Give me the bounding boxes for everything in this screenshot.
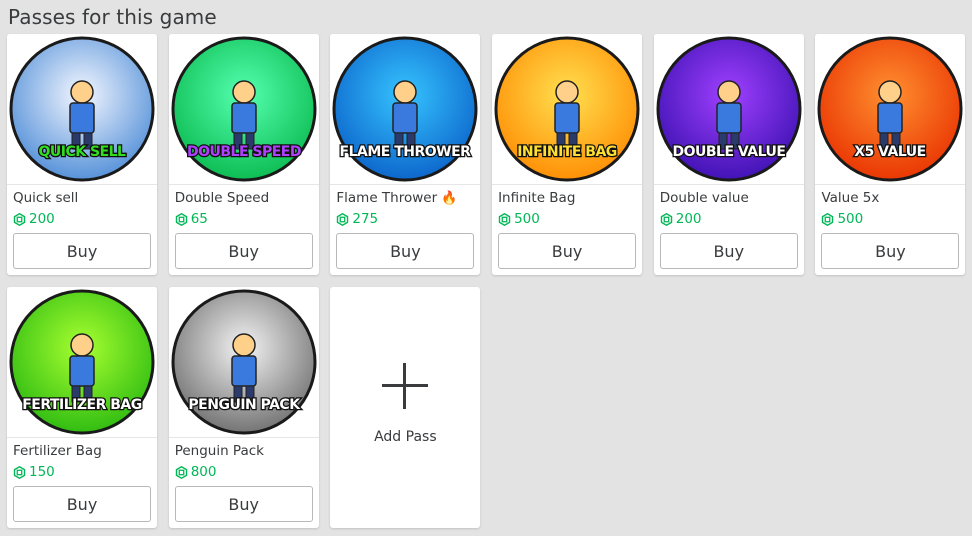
price-value: 150: [29, 464, 55, 480]
price-value: 275: [352, 211, 379, 227]
pass-price: 200: [660, 211, 702, 227]
flame-thrower-icon[interactable]: FLAME THROWER: [330, 34, 481, 185]
add-pass-label: Add Pass: [374, 428, 437, 445]
thumbnail-title: FLAME THROWER: [340, 144, 472, 160]
double-value-icon[interactable]: DOUBLE VALUE: [653, 34, 804, 185]
robux-icon: [337, 212, 349, 226]
quick-sell-icon[interactable]: QUICK SELL: [7, 34, 157, 185]
price-value: 200: [29, 211, 55, 227]
pass-name[interactable]: Infinite Bag: [498, 190, 575, 206]
pass-thumbnail: QUICK SELL: [9, 36, 155, 182]
buy-button[interactable]: Buy: [336, 233, 475, 269]
pass-thumbnail: PENGUIN PACK: [171, 289, 317, 435]
pass-name-text: Penguin Pack: [174, 443, 264, 459]
passes-grid: QUICK SELL Quick sell 200 Buy DOUBLE SPEE…: [7, 34, 966, 528]
thumbnail-title: X5 VALUE: [855, 144, 926, 160]
pass-thumbnail: DOUBLE SPEED: [171, 36, 317, 182]
fire-emoji-icon: 🔥: [441, 191, 458, 206]
pass-name[interactable]: Flame Thrower 🔥: [336, 190, 457, 206]
robux-icon: [175, 212, 187, 226]
pass-card[interactable]: DOUBLE VALUE Double value 200 Buy: [653, 34, 804, 275]
pass-thumbnail: INFINITE BAG: [494, 36, 640, 182]
plus-icon: [382, 362, 429, 409]
thumbnail-title: QUICK SELL: [39, 144, 127, 160]
buy-button[interactable]: Buy: [13, 233, 151, 269]
pass-price: 275: [336, 211, 378, 227]
pass-thumbnail: DOUBLE VALUE: [656, 36, 802, 182]
pass-price: 200: [13, 211, 55, 227]
buy-button[interactable]: Buy: [821, 233, 960, 269]
pass-name-text: Value 5x: [821, 190, 880, 206]
robux-icon: [175, 465, 187, 479]
pass-name-text: Flame Thrower: [336, 190, 438, 206]
pass-card[interactable]: FLAME THROWER Flame Thrower 🔥 275 Buy: [330, 34, 481, 275]
thumbnail-title: DOUBLE SPEED: [187, 144, 301, 160]
robux-icon: [822, 212, 834, 226]
pass-name[interactable]: Double value: [660, 190, 749, 206]
pass-card[interactable]: X5 VALUE Value 5x 500 Buy: [815, 34, 966, 275]
price-value: 200: [675, 211, 702, 227]
fertilizer-bag-icon[interactable]: FERTILIZER BAG: [7, 287, 157, 438]
robux-icon: [498, 212, 511, 226]
buy-button[interactable]: Buy: [174, 486, 313, 522]
buy-button[interactable]: Buy: [13, 486, 151, 522]
double-speed-icon[interactable]: DOUBLE SPEED: [168, 34, 319, 185]
pass-card[interactable]: PENGUIN PACK Penguin Pack 800 Buy: [168, 287, 319, 528]
pass-name[interactable]: Quick sell: [13, 190, 78, 206]
price-value: 500: [837, 211, 864, 227]
pass-name[interactable]: Double Speed: [175, 190, 269, 206]
pass-name[interactable]: Value 5x: [821, 190, 879, 206]
pass-name-text: Infinite Bag: [498, 190, 576, 206]
robux-icon: [660, 212, 672, 226]
pass-name-text: Double Speed: [174, 190, 270, 206]
pass-card[interactable]: INFINITE BAG Infinite Bag 500 Buy: [492, 34, 643, 275]
penguin-pack-icon[interactable]: PENGUIN PACK: [168, 287, 319, 438]
pass-card[interactable]: QUICK SELL Quick sell 200 Buy: [7, 34, 157, 275]
section-title: Passes for this game: [8, 5, 217, 29]
buy-button[interactable]: Buy: [498, 233, 637, 269]
pass-name-text: Fertilizer Bag: [13, 443, 102, 459]
thumbnail-title: PENGUIN PACK: [188, 397, 301, 413]
price-value: 500: [514, 211, 540, 227]
pass-name[interactable]: Fertilizer Bag: [13, 443, 102, 459]
pass-name[interactable]: Penguin Pack: [175, 443, 264, 459]
infinite-bag-icon[interactable]: INFINITE BAG: [492, 34, 643, 185]
pass-name-text: Quick sell: [13, 190, 79, 206]
value-5x-icon[interactable]: X5 VALUE: [815, 34, 966, 185]
buy-button[interactable]: Buy: [659, 233, 798, 269]
price-value: 800: [190, 464, 217, 480]
pass-price: 500: [821, 211, 863, 227]
pass-thumbnail: FLAME THROWER: [332, 36, 478, 182]
pass-card[interactable]: FERTILIZER BAG Fertilizer Bag 150 Buy: [7, 287, 157, 528]
thumbnail-title: FERTILIZER BAG: [22, 397, 142, 413]
pass-thumbnail: FERTILIZER BAG: [9, 289, 155, 435]
pass-name-text: Double value: [659, 190, 749, 206]
pass-card[interactable]: DOUBLE SPEED Double Speed 65 Buy: [168, 34, 319, 275]
thumbnail-title: DOUBLE VALUE: [672, 144, 785, 160]
robux-icon: [13, 465, 26, 479]
thumbnail-title: INFINITE BAG: [517, 144, 617, 160]
pass-price: 150: [13, 464, 55, 480]
pass-thumbnail: X5 VALUE: [817, 36, 963, 182]
pass-price: 800: [175, 464, 217, 480]
robux-icon: [13, 212, 26, 226]
add-pass-card[interactable]: Add Pass: [330, 287, 481, 528]
buy-button[interactable]: Buy: [174, 233, 313, 269]
pass-price: 500: [498, 211, 540, 227]
pass-price: 65: [175, 211, 208, 227]
price-value: 65: [190, 211, 208, 227]
